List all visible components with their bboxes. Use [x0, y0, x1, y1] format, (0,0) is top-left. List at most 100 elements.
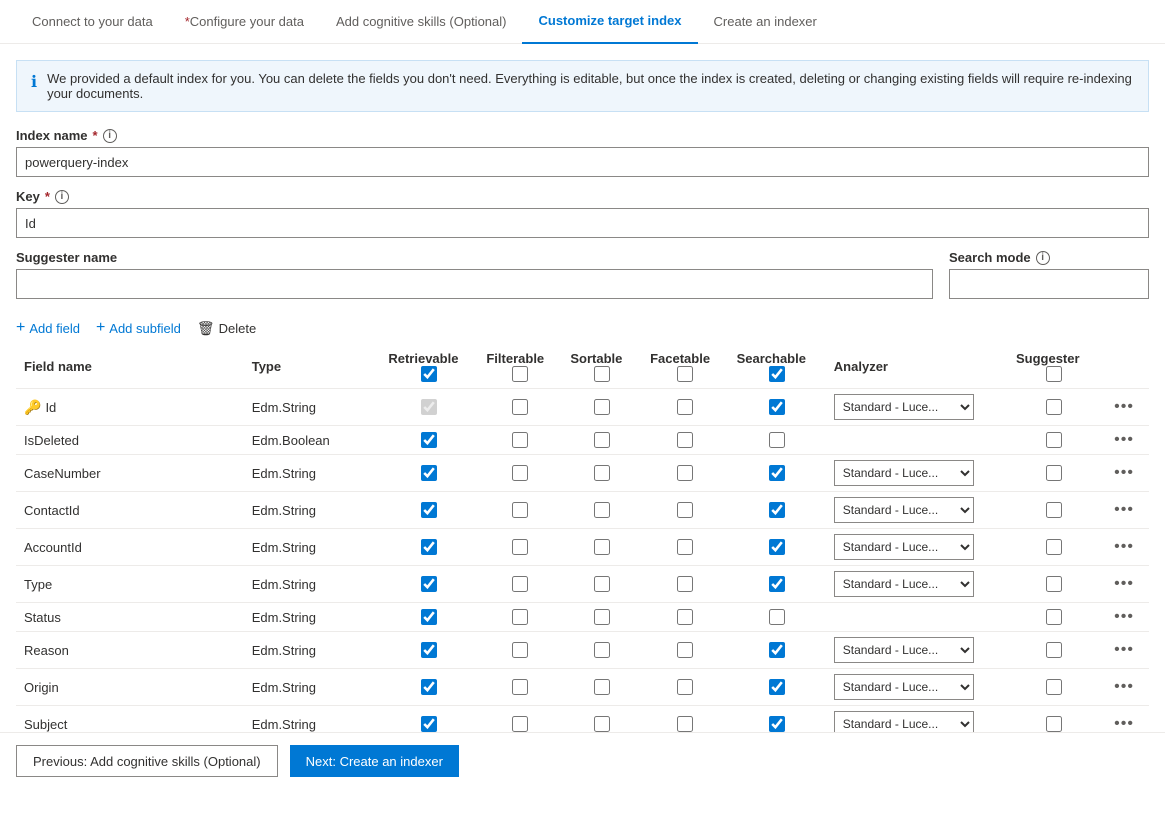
header-suggester-checkbox[interactable]: [1046, 366, 1062, 382]
suggester-checkbox[interactable]: [1046, 432, 1062, 448]
retrievable-checkbox[interactable]: [421, 642, 437, 658]
filterable-checkbox[interactable]: [512, 465, 528, 481]
prev-button[interactable]: Previous: Add cognitive skills (Optional…: [16, 745, 278, 777]
analyzer-select[interactable]: Standard - Luce...: [834, 534, 974, 560]
delete-button[interactable]: 🗑 Delete: [197, 320, 256, 337]
filterable-checkbox[interactable]: [512, 502, 528, 518]
suggester-checkbox[interactable]: [1046, 642, 1062, 658]
key-input[interactable]: [16, 208, 1149, 238]
header-searchable-checkbox[interactable]: [769, 366, 785, 382]
sortable-checkbox[interactable]: [594, 576, 610, 592]
nav-step-cognitive[interactable]: Add cognitive skills (Optional): [320, 0, 523, 44]
retrievable-checkbox[interactable]: [421, 679, 437, 695]
header-facetable-checkbox[interactable]: [677, 366, 693, 382]
suggester-checkbox[interactable]: [1046, 399, 1062, 415]
header-filterable-checkbox[interactable]: [512, 366, 528, 382]
analyzer-select[interactable]: Standard - Luce...: [834, 497, 974, 523]
sortable-checkbox[interactable]: [594, 642, 610, 658]
row-more-button[interactable]: •••: [1110, 538, 1138, 556]
facetable-checkbox[interactable]: [677, 399, 693, 415]
search-mode-input[interactable]: [949, 269, 1149, 299]
facetable-checkbox[interactable]: [677, 502, 693, 518]
filterable-checkbox[interactable]: [512, 716, 528, 732]
searchable-checkbox[interactable]: [769, 716, 785, 732]
searchable-checkbox[interactable]: [769, 432, 785, 448]
facetable-checkbox[interactable]: [677, 679, 693, 695]
add-field-button[interactable]: + Add field: [16, 319, 80, 337]
add-subfield-button[interactable]: + Add subfield: [96, 319, 181, 337]
row-more-button[interactable]: •••: [1110, 398, 1138, 416]
suggester-checkbox[interactable]: [1046, 679, 1062, 695]
nav-step-customize[interactable]: Customize target index: [522, 0, 697, 44]
retrievable-checkbox[interactable]: [421, 609, 437, 625]
retrievable-checkbox[interactable]: [421, 716, 437, 732]
next-button[interactable]: Next: Create an indexer: [290, 745, 459, 777]
row-more-button[interactable]: •••: [1110, 715, 1138, 733]
suggester-checkbox[interactable]: [1046, 465, 1062, 481]
sortable-checkbox[interactable]: [594, 465, 610, 481]
searchable-checkbox[interactable]: [769, 465, 785, 481]
filterable-checkbox[interactable]: [512, 432, 528, 448]
header-retrievable-checkbox[interactable]: [421, 366, 437, 382]
sortable-checkbox[interactable]: [594, 502, 610, 518]
row-more-button[interactable]: •••: [1110, 608, 1138, 626]
header-sortable-checkbox[interactable]: [594, 366, 610, 382]
index-name-input[interactable]: [16, 147, 1149, 177]
filterable-checkbox[interactable]: [512, 642, 528, 658]
retrievable-checkbox[interactable]: [421, 399, 437, 415]
searchable-checkbox[interactable]: [769, 642, 785, 658]
facetable-checkbox[interactable]: [677, 609, 693, 625]
row-more-button[interactable]: •••: [1110, 464, 1138, 482]
analyzer-select[interactable]: Standard - Luce...: [834, 674, 974, 700]
sortable-checkbox[interactable]: [594, 539, 610, 555]
sortable-checkbox[interactable]: [594, 716, 610, 732]
retrievable-checkbox[interactable]: [421, 432, 437, 448]
sortable-checkbox[interactable]: [594, 432, 610, 448]
row-more-button[interactable]: •••: [1110, 431, 1138, 449]
retrievable-checkbox[interactable]: [421, 576, 437, 592]
searchable-checkbox[interactable]: [769, 539, 785, 555]
searchable-checkbox[interactable]: [769, 679, 785, 695]
retrievable-checkbox[interactable]: [421, 465, 437, 481]
index-name-info-icon[interactable]: i: [103, 129, 117, 143]
suggester-checkbox[interactable]: [1046, 576, 1062, 592]
row-more-button[interactable]: •••: [1110, 678, 1138, 696]
suggester-checkbox[interactable]: [1046, 539, 1062, 555]
nav-step-connect[interactable]: Connect to your data: [16, 0, 169, 44]
analyzer-select[interactable]: Standard - Luce...: [834, 394, 974, 420]
filterable-checkbox[interactable]: [512, 679, 528, 695]
filterable-checkbox[interactable]: [512, 576, 528, 592]
analyzer-select[interactable]: Standard - Luce...: [834, 571, 974, 597]
row-more-button[interactable]: •••: [1110, 641, 1138, 659]
suggester-checkbox[interactable]: [1046, 609, 1062, 625]
searchable-checkbox[interactable]: [769, 399, 785, 415]
row-more-button[interactable]: •••: [1110, 575, 1138, 593]
searchable-checkbox[interactable]: [769, 609, 785, 625]
retrievable-checkbox[interactable]: [421, 539, 437, 555]
search-mode-info-icon[interactable]: i: [1036, 251, 1050, 265]
suggester-checkbox[interactable]: [1046, 502, 1062, 518]
facetable-checkbox[interactable]: [677, 539, 693, 555]
suggester-name-input[interactable]: [16, 269, 933, 299]
sortable-checkbox[interactable]: [594, 609, 610, 625]
facetable-checkbox[interactable]: [677, 465, 693, 481]
nav-step-indexer[interactable]: Create an indexer: [698, 0, 833, 44]
row-more-button[interactable]: •••: [1110, 501, 1138, 519]
filterable-checkbox[interactable]: [512, 609, 528, 625]
nav-step-configure[interactable]: Configure your data: [169, 0, 320, 44]
searchable-checkbox[interactable]: [769, 576, 785, 592]
key-info-icon[interactable]: i: [55, 190, 69, 204]
facetable-checkbox[interactable]: [677, 642, 693, 658]
suggester-checkbox[interactable]: [1046, 716, 1062, 732]
analyzer-select[interactable]: Standard - Luce...: [834, 637, 974, 663]
facetable-checkbox[interactable]: [677, 576, 693, 592]
filterable-checkbox[interactable]: [512, 399, 528, 415]
sortable-checkbox[interactable]: [594, 399, 610, 415]
retrievable-checkbox[interactable]: [421, 502, 437, 518]
filterable-checkbox[interactable]: [512, 539, 528, 555]
searchable-checkbox[interactable]: [769, 502, 785, 518]
sortable-checkbox[interactable]: [594, 679, 610, 695]
facetable-checkbox[interactable]: [677, 432, 693, 448]
facetable-checkbox[interactable]: [677, 716, 693, 732]
analyzer-select[interactable]: Standard - Luce...: [834, 460, 974, 486]
